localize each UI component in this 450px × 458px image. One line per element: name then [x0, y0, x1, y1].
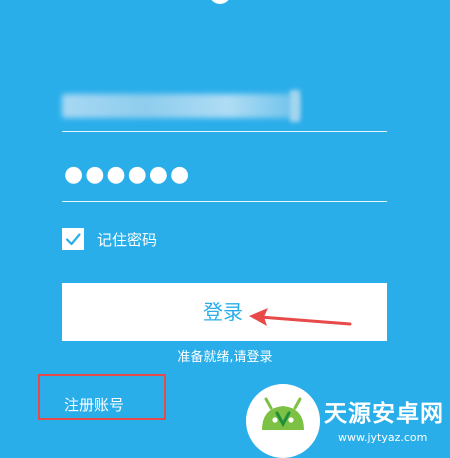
- watermark-title: 天源安卓网: [324, 401, 444, 427]
- check-icon: [65, 233, 81, 246]
- username-underline: [62, 131, 387, 132]
- username-blurred-text: [62, 94, 300, 118]
- password-underline: [62, 201, 387, 202]
- status-text: 准备就绪,请登录: [177, 350, 273, 365]
- login-button-label: 登录: [203, 300, 243, 324]
- android-logo-icon: [262, 397, 304, 430]
- watermark-logo: [246, 384, 320, 458]
- red-arrow-icon: [249, 308, 352, 326]
- password-field[interactable]: ●●●●●●: [62, 155, 387, 202]
- remember-password-checkbox[interactable]: [62, 228, 84, 250]
- remember-password-label: 记住密码: [97, 231, 158, 249]
- register-account-link[interactable]: 注册账号: [64, 395, 124, 415]
- username-blurred-tail: [290, 90, 300, 122]
- app-logo-top: [209, 0, 231, 4]
- watermark-url: www.jytyaz.com: [338, 431, 428, 444]
- password-dots: ●●●●●●: [64, 162, 192, 187]
- username-field[interactable]: [62, 86, 387, 132]
